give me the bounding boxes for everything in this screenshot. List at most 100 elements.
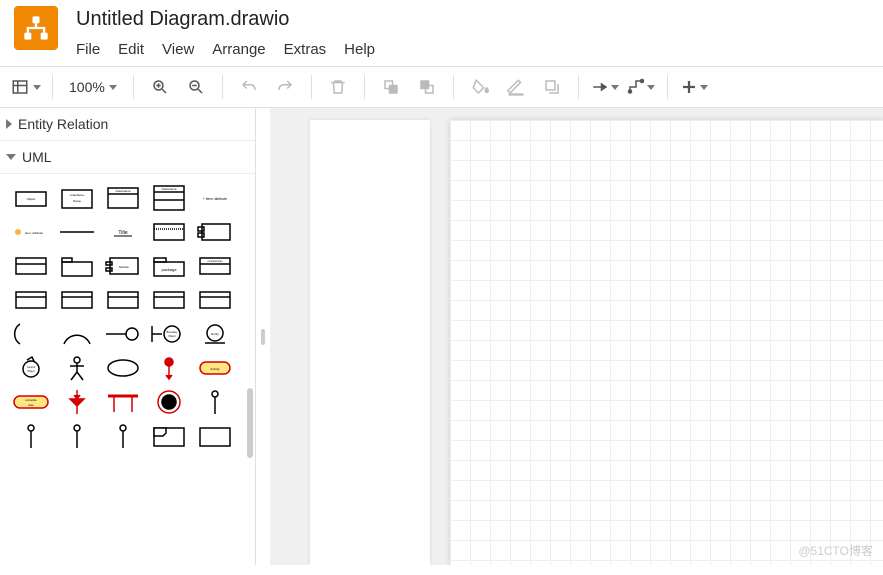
splitter-handle-icon	[261, 329, 265, 345]
menu-extras[interactable]: Extras	[284, 41, 327, 58]
uml-box4[interactable]	[102, 286, 144, 314]
chevron-down-icon	[109, 85, 117, 90]
uml-interface[interactable]: «interface» Name	[56, 184, 98, 212]
uml-line[interactable]	[56, 218, 98, 246]
svg-text:Classname: Classname	[115, 189, 130, 193]
zoom-out-button[interactable]	[180, 71, 212, 103]
uml-entity[interactable]: Entity	[194, 320, 236, 348]
line-color-button[interactable]	[500, 71, 532, 103]
svg-text:+ item: attribute: + item: attribute	[203, 197, 227, 201]
sidebar-scrollbar[interactable]	[247, 388, 253, 458]
fill-color-button[interactable]	[464, 71, 496, 103]
toolbar: 100%	[0, 66, 883, 108]
uml-fork-down[interactable]	[56, 388, 98, 416]
svg-text:Module: Module	[119, 265, 129, 269]
uml-usecase-half[interactable]	[10, 320, 52, 348]
svg-text:state: state	[28, 404, 34, 407]
redo-button[interactable]	[269, 71, 301, 103]
app-logo[interactable]	[14, 6, 58, 50]
uml-module[interactable]: Module	[102, 252, 144, 280]
canvas-area[interactable]: @51CTO博客	[270, 108, 883, 565]
uml-title[interactable]: Title	[102, 218, 144, 246]
uml-end[interactable]	[148, 388, 190, 416]
connection-button[interactable]	[589, 71, 621, 103]
section-uml[interactable]: UML	[0, 141, 255, 174]
svg-text:Control: Control	[27, 366, 36, 369]
waypoint-button[interactable]	[625, 71, 657, 103]
to-back-button[interactable]	[411, 71, 443, 103]
zoom-value: 100%	[69, 79, 105, 95]
uml-frame[interactable]	[148, 422, 190, 450]
uml-box3[interactable]	[56, 286, 98, 314]
svg-text:Classname: Classname	[161, 187, 176, 191]
zoom-select[interactable]: 100%	[63, 79, 123, 95]
watermark: @51CTO博客	[798, 542, 873, 559]
splitter[interactable]	[256, 108, 270, 565]
section-label: UML	[22, 149, 52, 165]
chevron-right-icon	[6, 119, 12, 129]
menu-file[interactable]: File	[76, 41, 100, 58]
header: Untitled Diagram.drawio File Edit View A…	[0, 0, 883, 58]
uml-class-simple[interactable]: Classname	[102, 184, 144, 212]
svg-text:Name: Name	[73, 199, 81, 203]
svg-text:«component»: «component»	[207, 260, 223, 263]
prev-page-edge	[310, 120, 430, 565]
uml-provided[interactable]	[102, 320, 144, 348]
shadow-button[interactable]	[536, 71, 568, 103]
insert-button[interactable]	[678, 71, 710, 103]
uml-frame2[interactable]	[194, 422, 236, 450]
to-front-button[interactable]	[375, 71, 407, 103]
shapes-sidebar: Entity Relation UML Object «interface» Nam…	[0, 108, 256, 565]
svg-text:Object: Object	[27, 370, 35, 373]
uml-object[interactable]: Object	[10, 184, 52, 212]
menu-view[interactable]: View	[162, 41, 194, 58]
uml-control[interactable]: ControlObject	[10, 354, 52, 382]
uml-actor[interactable]	[56, 354, 98, 382]
section-label: Entity Relation	[18, 116, 108, 132]
zoom-in-button[interactable]	[144, 71, 176, 103]
uml-ellipse[interactable]	[102, 354, 144, 382]
uml-box2[interactable]	[10, 286, 52, 314]
uml-boundary[interactable]: BoundaryObject	[148, 320, 190, 348]
undo-button[interactable]	[233, 71, 265, 103]
svg-text:composite: composite	[25, 399, 37, 402]
uml-item-attribute[interactable]: + item: attribute	[194, 184, 236, 212]
uml-pin2[interactable]	[10, 422, 52, 450]
diagram-page[interactable]	[450, 120, 883, 565]
svg-text:Entity: Entity	[211, 332, 219, 336]
uml-box1[interactable]	[10, 252, 52, 280]
uml-component2[interactable]: «component»	[194, 252, 236, 280]
uml-box5[interactable]	[148, 286, 190, 314]
document-title[interactable]: Untitled Diagram.drawio	[76, 8, 375, 31]
uml-usecase-arc[interactable]	[56, 320, 98, 348]
uml-activity[interactable]: Activity	[194, 354, 236, 382]
uml-class-full[interactable]: Classname	[148, 184, 190, 212]
svg-text:Activity: Activity	[210, 367, 220, 371]
svg-text:item: attribute: item: attribute	[25, 231, 44, 235]
uml-box6[interactable]	[194, 286, 236, 314]
delete-button[interactable]	[322, 71, 354, 103]
svg-text:Boundary: Boundary	[167, 331, 178, 334]
menubar: File Edit View Arrange Extras Help	[76, 41, 375, 58]
sidebar-toggle-button[interactable]	[10, 71, 42, 103]
uml-pin3[interactable]	[56, 422, 98, 450]
svg-text:package: package	[161, 267, 177, 272]
uml-start[interactable]	[148, 354, 190, 382]
uml-component[interactable]	[194, 218, 236, 246]
menu-help[interactable]: Help	[344, 41, 375, 58]
uml-fork[interactable]	[102, 388, 144, 416]
uml-item-attr2[interactable]: item: attribute	[10, 218, 52, 246]
uml-tabbed[interactable]	[56, 252, 98, 280]
uml-note[interactable]	[148, 218, 190, 246]
uml-label[interactable]: composite state	[10, 388, 52, 416]
menu-arrange[interactable]: Arrange	[212, 41, 265, 58]
uml-pin4[interactable]	[102, 422, 144, 450]
section-entity-relation[interactable]: Entity Relation	[0, 108, 255, 141]
uml-package[interactable]: package	[148, 252, 190, 280]
chevron-down-icon	[6, 154, 16, 160]
svg-text:Title: Title	[118, 230, 127, 236]
menu-edit[interactable]: Edit	[118, 41, 144, 58]
svg-text:Object: Object	[27, 197, 36, 201]
uml-pin[interactable]	[194, 388, 236, 416]
svg-text:«interface»: «interface»	[70, 193, 85, 197]
